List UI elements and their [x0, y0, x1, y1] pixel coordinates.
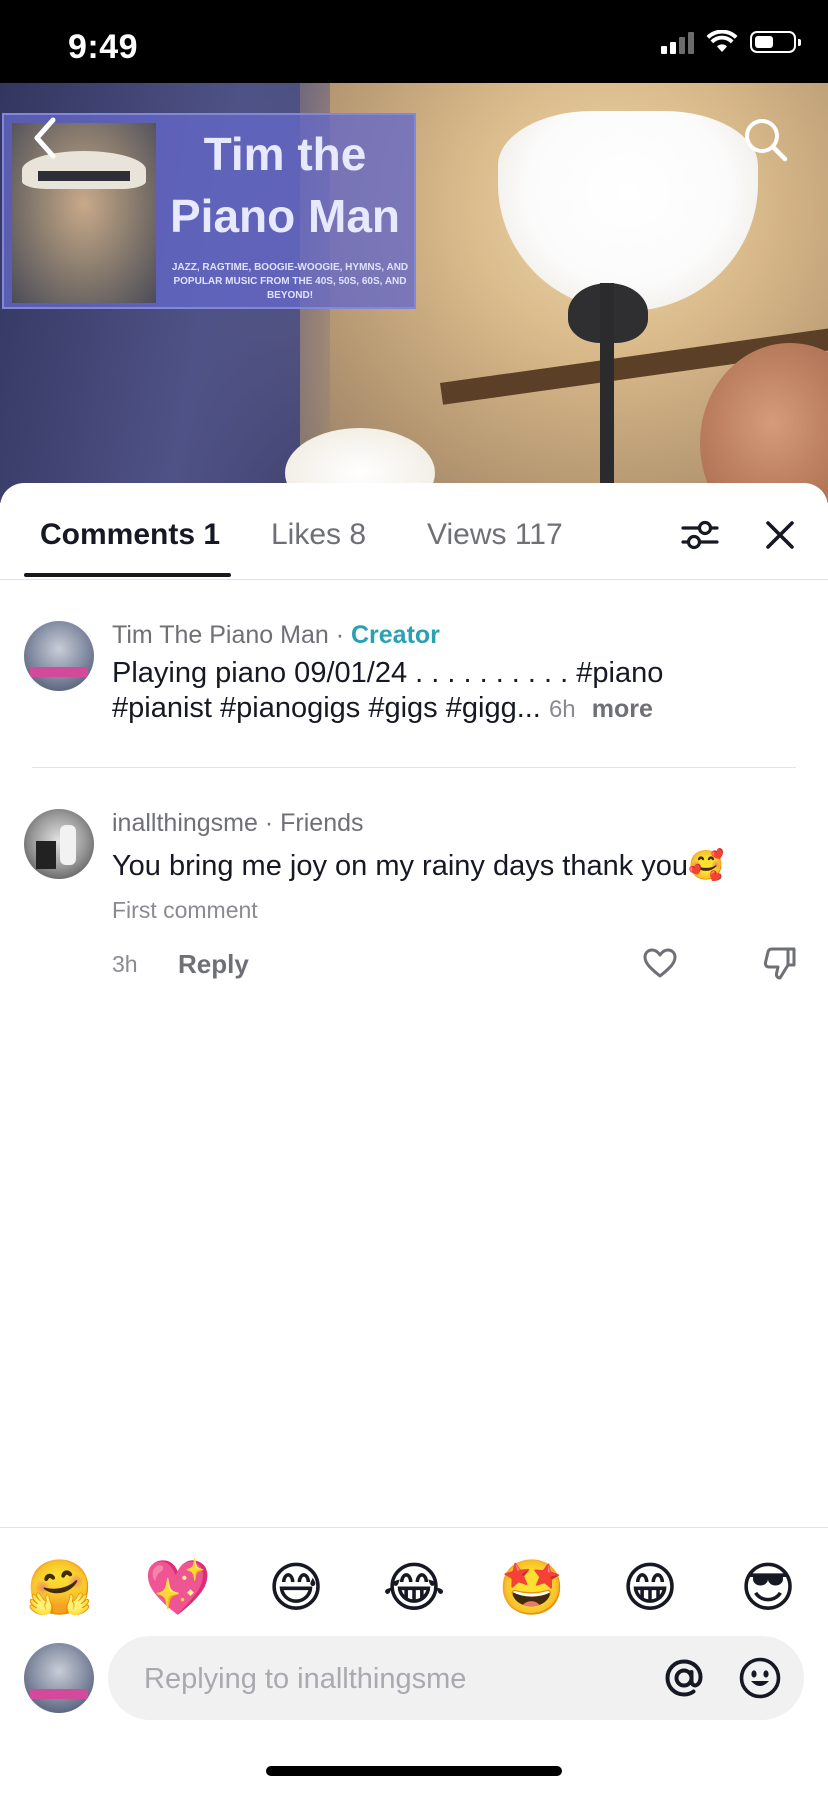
wifi-icon	[706, 30, 738, 52]
emoji-sunglasses[interactable]: 😎	[728, 1548, 808, 1628]
friends-badge: Friends	[280, 809, 364, 837]
post-caption: Playing piano 09/01/24 . . . . . . . . .…	[112, 657, 664, 724]
creator-badge: Creator	[350, 621, 440, 649]
status-time: 9:49	[68, 28, 139, 66]
emoji-sparkling-heart[interactable]: 💖	[138, 1548, 218, 1628]
mention-button[interactable]	[660, 1654, 708, 1702]
emoji-grin[interactable]: 😁	[610, 1548, 690, 1628]
thumbs-down-icon	[763, 947, 796, 980]
reply-button[interactable]: Reply	[178, 949, 249, 980]
active-tab-indicator	[24, 573, 231, 577]
banner-title: Tim the Piano Man	[169, 128, 401, 242]
comment-author[interactable]: inallthingsme	[112, 809, 258, 837]
comment-meta: inallthingsme · Friends	[112, 809, 364, 837]
my-avatar	[24, 1643, 94, 1713]
emoji-hugging[interactable]: 🤗	[20, 1548, 100, 1628]
post-meta: Tim The Piano Man · Creator	[112, 621, 440, 649]
status-bar: 9:49	[0, 0, 828, 83]
tab-bar: Comments 1 Likes 8 Views 117	[0, 483, 828, 580]
tab-likes[interactable]: Likes 8	[271, 515, 366, 555]
commenter-avatar[interactable]	[24, 809, 94, 879]
cellular-signal-icon	[661, 30, 694, 54]
comment-time: 3h	[112, 951, 138, 977]
tab-views[interactable]: Views 117	[427, 515, 563, 555]
smiley-icon	[739, 1657, 781, 1699]
chevron-left-icon	[34, 117, 56, 159]
video-player[interactable]: Tim the Piano Man JAZZ, RAGTIME, BOOGIE-…	[0, 83, 828, 503]
search-icon	[745, 119, 788, 162]
comment-input-box[interactable]	[108, 1636, 804, 1722]
emoji-star-struck[interactable]: 🤩	[492, 1548, 572, 1628]
at-icon	[665, 1659, 703, 1697]
more-link[interactable]: more	[592, 695, 653, 723]
back-button[interactable]	[14, 108, 74, 168]
heart-icon	[643, 948, 677, 978]
emoji-sweat-smile[interactable]: 😅	[256, 1548, 336, 1628]
post-time: 6h	[548, 696, 576, 723]
battery-icon	[750, 31, 801, 53]
post-author[interactable]: Tim The Piano Man	[112, 621, 329, 649]
banner-tagline: JAZZ, RAGTIME, BOOGIE-WOOGIE, HYMNS, AND…	[171, 262, 409, 301]
comment-input[interactable]	[142, 1636, 626, 1722]
status-icons	[661, 30, 801, 54]
close-icon	[766, 521, 794, 549]
filter-button[interactable]	[676, 511, 724, 559]
emoji-joy[interactable]: 😂	[374, 1548, 454, 1628]
tab-comments[interactable]: Comments 1	[40, 515, 220, 555]
dislike-button[interactable]	[756, 939, 804, 987]
close-button[interactable]	[756, 511, 804, 559]
first-comment-label: First comment	[112, 897, 258, 923]
quick-emoji-bar: 🤗 💖 😅 😂 🤩 😁 😎	[0, 1548, 828, 1628]
divider	[32, 767, 796, 768]
emoji-button[interactable]	[736, 1654, 784, 1702]
like-button[interactable]	[636, 939, 684, 987]
home-indicator	[266, 1766, 562, 1776]
search-button[interactable]	[736, 110, 796, 170]
creator-avatar[interactable]	[24, 621, 94, 691]
composer-area: 🤗 💖 😅 😂 🤩 😁 😎	[0, 1527, 828, 1793]
sliders-icon	[681, 520, 719, 550]
comment-text: You bring me joy on my rainy days thank …	[112, 850, 725, 882]
